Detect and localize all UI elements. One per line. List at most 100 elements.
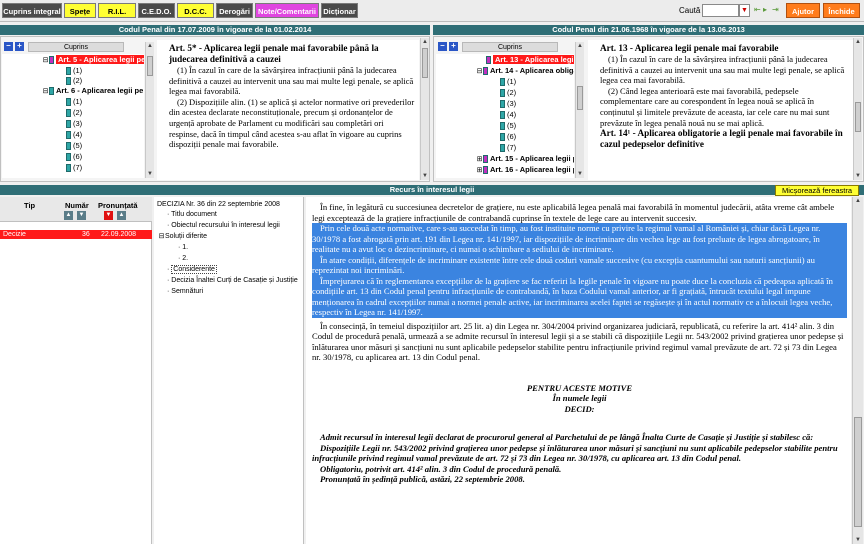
search-input[interactable] bbox=[702, 4, 739, 17]
scroll-down-icon[interactable]: ▼ bbox=[146, 170, 154, 178]
tree-item[interactable]: (3) bbox=[66, 118, 82, 129]
dcc-button[interactable]: D.C.C. bbox=[177, 3, 214, 18]
scroll-thumb[interactable] bbox=[854, 417, 862, 527]
outline-item[interactable]: · Decizia Înaltei Curți de Casație și Ju… bbox=[167, 275, 298, 286]
tree-item[interactable]: (2) bbox=[500, 87, 516, 98]
tree-item[interactable]: Art. 13 - Aplicarea legii pe bbox=[486, 54, 574, 65]
cedo-button[interactable]: C.E.D.O. bbox=[138, 3, 175, 18]
collapse-icon[interactable]: ⊟ bbox=[42, 55, 49, 66]
article-icon bbox=[49, 56, 54, 65]
outline-item[interactable]: · Considerente bbox=[167, 264, 217, 275]
tree-item[interactable]: ⊞ Art. 16 - Aplicarea legii pe bbox=[476, 164, 574, 176]
collapse-icon[interactable]: ⊟ bbox=[476, 66, 483, 77]
tree-item[interactable]: (6) bbox=[66, 151, 82, 162]
spete-button[interactable]: Spețe bbox=[64, 3, 96, 18]
tree-item-label: Art. 15 - Aplicarea legii pe bbox=[490, 154, 574, 163]
column-tip[interactable]: Tip bbox=[24, 201, 35, 210]
scroll-down-icon[interactable]: ▼ bbox=[854, 172, 862, 180]
scroll-down-icon[interactable]: ▼ bbox=[853, 536, 863, 544]
cuprins-integral-button[interactable]: Cuprins integral bbox=[2, 3, 62, 18]
outline-item[interactable]: · Semnături bbox=[167, 286, 203, 297]
ajutor-button[interactable]: Ajutor bbox=[786, 3, 820, 18]
dictionar-button[interactable]: Dicționar bbox=[321, 3, 358, 18]
paragraph: În consecință, în temeiul dispozițiilor … bbox=[312, 320, 844, 363]
expand-all-icon[interactable]: + bbox=[449, 42, 458, 51]
search-next-icon[interactable]: ▸ bbox=[763, 5, 771, 15]
tree-scrollbar[interactable]: ▲ ▼ bbox=[145, 42, 154, 178]
tree-item[interactable]: ⊟ Art. 6 - Aplicarea legii pe bbox=[42, 85, 143, 97]
paragraph-icon bbox=[66, 142, 71, 151]
table-row[interactable]: Decizie 36 22.09.2008 bbox=[0, 230, 152, 239]
outline-item[interactable]: · Obiectul recursului în interesul legii bbox=[167, 220, 280, 231]
search-dropdown-icon[interactable]: ▼ bbox=[739, 4, 750, 17]
toolbar: Cuprins integral Spețe R.I.L. C.E.D.O. D… bbox=[0, 0, 864, 22]
outline-item[interactable]: · 1. bbox=[178, 242, 188, 253]
ril-button[interactable]: R.I.L. bbox=[98, 3, 136, 18]
outline-item[interactable]: ⊟Soluții diferite bbox=[158, 231, 207, 242]
highlighted-paragraph: Împrejurarea că în reglementarea excepți… bbox=[312, 275, 847, 318]
sort-desc-icon[interactable]: ▼ bbox=[104, 211, 113, 220]
column-pronuntata[interactable]: Pronunțată bbox=[98, 201, 138, 210]
tree-item[interactable]: (2) bbox=[66, 107, 82, 118]
note-comentarii-button[interactable]: Note/Comentarii bbox=[255, 3, 319, 18]
tree-item[interactable]: ⊟ Art. 5 - Aplicarea legii pe bbox=[42, 54, 144, 66]
scroll-up-icon[interactable]: ▲ bbox=[854, 38, 862, 46]
tree-item-label: Art. 5 - Aplicarea legii pe bbox=[56, 55, 144, 64]
paragraph-icon bbox=[66, 67, 71, 76]
tree-item[interactable]: ⊟ Art. 14 - Aplicarea obliga bbox=[476, 65, 574, 77]
scroll-down-icon[interactable]: ▼ bbox=[576, 170, 584, 178]
sort-asc-icon[interactable]: ▲ bbox=[117, 211, 126, 220]
sort-asc-icon[interactable]: ▲ bbox=[64, 211, 73, 220]
inchide-button[interactable]: Închide bbox=[823, 3, 860, 18]
expand-all-icon[interactable]: + bbox=[15, 42, 24, 51]
tree-item[interactable]: (5) bbox=[66, 140, 82, 151]
outline-item[interactable]: · 2. bbox=[178, 253, 188, 264]
left-panel-header: Codul Penal din 17.07.2009 în vigoare de… bbox=[0, 25, 430, 35]
document-scrollbar[interactable]: ▲ ▼ bbox=[852, 197, 863, 544]
tree-item-label: (1) bbox=[507, 77, 517, 86]
outline-item-label: 1. bbox=[182, 244, 189, 251]
search-last-icon[interactable]: ⇥ bbox=[772, 5, 780, 15]
tree-item[interactable]: (7) bbox=[66, 162, 82, 173]
collapse-all-icon[interactable]: – bbox=[4, 42, 13, 51]
scroll-thumb[interactable] bbox=[855, 102, 861, 132]
collapse-icon[interactable]: ⊟ bbox=[158, 231, 165, 242]
outline-item-label: 2. bbox=[182, 255, 189, 262]
collapse-all-icon[interactable]: – bbox=[438, 42, 447, 51]
scroll-up-icon[interactable]: ▲ bbox=[853, 197, 863, 205]
column-numar[interactable]: Număr bbox=[65, 201, 89, 210]
derogari-button[interactable]: Derogări bbox=[216, 3, 253, 18]
scroll-thumb[interactable] bbox=[577, 86, 583, 110]
scroll-thumb[interactable] bbox=[147, 56, 153, 76]
scroll-down-icon[interactable]: ▼ bbox=[421, 172, 429, 180]
tree-item[interactable]: (6) bbox=[500, 131, 516, 142]
scroll-up-icon[interactable]: ▲ bbox=[576, 42, 584, 50]
tree-item[interactable]: (7) bbox=[500, 142, 516, 153]
sort-desc-icon[interactable]: ▼ bbox=[77, 211, 86, 220]
tree-item-label: (2) bbox=[507, 88, 517, 97]
tree-item[interactable]: (4) bbox=[500, 109, 516, 120]
outline-item[interactable]: · Titlu document bbox=[167, 209, 217, 220]
tree-item[interactable]: (4) bbox=[66, 129, 82, 140]
search-first-icon[interactable]: ⇤ bbox=[754, 5, 762, 15]
expand-icon[interactable]: ⊞ bbox=[476, 165, 483, 176]
shrink-window-button[interactable]: Micșorează fereastra bbox=[775, 185, 859, 196]
scroll-up-icon[interactable]: ▲ bbox=[421, 38, 429, 46]
left-article-scrollbar[interactable]: ▲ ▼ bbox=[420, 38, 429, 180]
tree-scrollbar[interactable]: ▲ ▼ bbox=[575, 42, 584, 178]
collapse-icon[interactable]: ⊟ bbox=[42, 86, 49, 97]
tree-item-label: (7) bbox=[507, 143, 517, 152]
tree-item[interactable]: (1) bbox=[66, 96, 82, 107]
outline-item-label: Decizia Înaltei Curți de Casație și Just… bbox=[171, 277, 298, 284]
scroll-up-icon[interactable]: ▲ bbox=[146, 42, 154, 50]
tree-item[interactable]: (3) bbox=[500, 98, 516, 109]
tree-item-label: (5) bbox=[73, 141, 83, 150]
right-article-scrollbar[interactable]: ▲ ▼ bbox=[853, 38, 862, 180]
article-title: Art. 14¹ - Aplicarea obligatorie a legii… bbox=[600, 128, 843, 150]
tree-item[interactable]: (5) bbox=[500, 120, 516, 131]
left-article-text: Art. 5* - Aplicarea legii penale mai fav… bbox=[157, 40, 419, 180]
scroll-thumb[interactable] bbox=[422, 48, 428, 78]
tree-item[interactable]: (1) bbox=[500, 76, 516, 87]
right-tree: Art. 13 - Aplicarea legii pe ⊟ Art. 14 - … bbox=[436, 54, 574, 178]
article-icon bbox=[486, 56, 491, 65]
